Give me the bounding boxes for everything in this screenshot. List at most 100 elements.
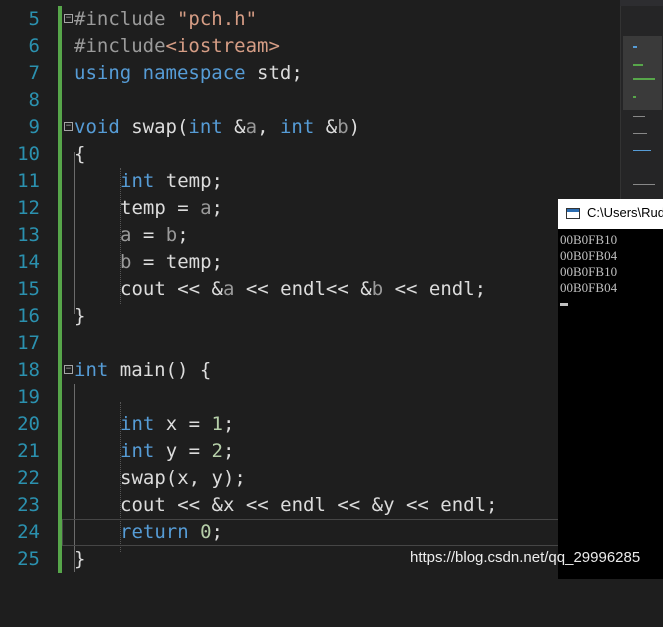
- code-text: temp;: [154, 170, 223, 192]
- map-mark: [633, 116, 645, 117]
- code-line[interactable]: cout << &a << endl<< &b << endl;: [62, 276, 622, 303]
- console-title-text: C:\Users\Rud: [587, 205, 663, 220]
- map-mark: [633, 133, 647, 134]
- code-text: temp =: [120, 197, 201, 219]
- code-text: cout << &x << endl << &y << endl;: [120, 494, 498, 516]
- code-line[interactable]: − void swap(int &a, int &b): [62, 114, 622, 141]
- console-output-line: 00B0FB10: [560, 264, 618, 279]
- map-mark: [633, 184, 655, 185]
- current-code-line[interactable]: return 0;: [62, 519, 562, 546]
- preprocessor-directive: #include: [74, 35, 166, 57]
- collapse-icon[interactable]: −: [64, 122, 73, 131]
- code-text: ): [348, 116, 361, 138]
- keyword: return: [120, 521, 189, 543]
- code-line[interactable]: [62, 330, 622, 357]
- code-text: }: [74, 548, 86, 570]
- code-line[interactable]: int x = 1;: [62, 411, 622, 438]
- code-line[interactable]: temp = a;: [62, 195, 622, 222]
- parameter: b: [165, 224, 178, 246]
- line-number: 5: [28, 8, 40, 30]
- collapse-icon[interactable]: −: [64, 14, 73, 23]
- code-line[interactable]: int y = 2;: [62, 438, 622, 465]
- code-text: ;: [222, 413, 235, 435]
- parameter: a: [245, 116, 258, 138]
- collapse-icon[interactable]: −: [64, 365, 73, 374]
- line-number: 23: [17, 494, 40, 516]
- line-number: 25: [17, 548, 40, 570]
- code-line[interactable]: b = temp;: [62, 249, 622, 276]
- console-window-icon: [566, 208, 580, 219]
- parameter: a: [120, 224, 132, 246]
- code-text: cout << &: [120, 278, 223, 300]
- keyword: int: [74, 359, 109, 381]
- code-text: y =: [154, 440, 212, 462]
- scrollbar-viewport-thumb[interactable]: [623, 36, 662, 110]
- code-text: ;: [211, 197, 223, 219]
- line-number: 10: [17, 143, 40, 165]
- console-output-line: 00B0FB10: [560, 232, 618, 247]
- keyword: int: [279, 116, 315, 138]
- line-number: 16: [17, 305, 40, 327]
- console-window[interactable]: C:\Users\Rud 00B0FB10 00B0FB04 00B0FB10 …: [558, 199, 663, 579]
- console-output: 00B0FB10 00B0FB04 00B0FB10 00B0FB04: [560, 232, 617, 296]
- code-text: = temp;: [131, 251, 223, 273]
- code-text: &: [222, 116, 246, 138]
- code-line[interactable]: int temp;: [62, 168, 622, 195]
- line-number: 15: [17, 278, 40, 300]
- line-number: 9: [28, 116, 40, 138]
- code-text: << endl;: [383, 278, 487, 300]
- console-output-line: 00B0FB04: [560, 248, 618, 263]
- code-line[interactable]: − #include "pch.h": [62, 6, 622, 33]
- console-output-line: 00B0FB04: [560, 280, 618, 295]
- line-number: 13: [17, 224, 40, 246]
- line-number: 21: [17, 440, 40, 462]
- line-number-gutter: 5 6 7 8 9 10 11 12 13 14 15 16 17 18 19 …: [0, 6, 40, 573]
- code-line[interactable]: }: [62, 303, 622, 330]
- keyword: namespace: [142, 62, 246, 84]
- code-text: << endl<< &: [234, 278, 372, 300]
- code-line[interactable]: using namespace std;: [62, 60, 622, 87]
- code-line[interactable]: a = b;: [62, 222, 622, 249]
- keyword: void: [74, 116, 120, 138]
- console-title-bar[interactable]: C:\Users\Rud: [558, 199, 663, 229]
- keyword: int: [120, 440, 155, 462]
- string-literal: <iostream>: [165, 35, 280, 57]
- string-literal: "pch.h": [176, 8, 258, 30]
- number-literal: 2: [211, 440, 223, 462]
- map-mark: [633, 64, 643, 66]
- code-text: ;: [177, 224, 189, 246]
- keyword: int: [188, 116, 223, 138]
- line-number: 6: [28, 35, 40, 57]
- parameter: b: [337, 116, 349, 138]
- parameter: a: [200, 197, 212, 219]
- keyword: using: [74, 62, 132, 84]
- code-line[interactable]: cout << &x << endl << &y << endl;: [62, 492, 622, 519]
- code-line[interactable]: swap(x, y);: [62, 465, 622, 492]
- line-number: 8: [28, 89, 40, 111]
- code-text: ;: [211, 521, 223, 543]
- line-number: 22: [17, 467, 40, 489]
- code-line[interactable]: #include<iostream>: [62, 33, 622, 60]
- code-editor[interactable]: 5 6 7 8 9 10 11 12 13 14 15 16 17 18 19 …: [0, 0, 620, 579]
- parameter: b: [120, 251, 132, 273]
- map-mark: [633, 150, 651, 151]
- code-line[interactable]: − int main() {: [62, 357, 622, 384]
- keyword: int: [120, 413, 155, 435]
- map-mark: [633, 46, 637, 48]
- code-text: ;: [222, 440, 235, 462]
- console-cursor: [560, 303, 568, 306]
- code-text: main() {: [108, 359, 212, 381]
- map-mark: [633, 96, 636, 98]
- code-line[interactable]: {: [62, 141, 622, 168]
- code-line[interactable]: [62, 384, 622, 411]
- code-text: {: [74, 143, 86, 165]
- number-literal: 1: [211, 413, 223, 435]
- watermark-url: https://blog.csdn.net/qq_29996285: [410, 549, 641, 566]
- code-area[interactable]: − #include "pch.h" #include<iostream> us…: [62, 6, 622, 573]
- parameter: a: [222, 278, 235, 300]
- code-line[interactable]: [62, 87, 622, 114]
- keyword: int: [120, 170, 155, 192]
- preprocessor-directive: #include: [74, 8, 177, 30]
